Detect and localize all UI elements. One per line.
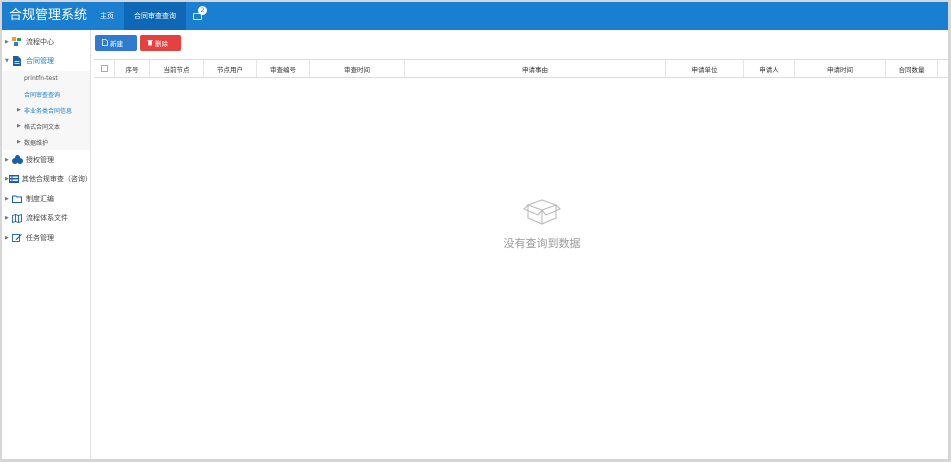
submenu-item-label: printfn-test [24,75,58,83]
col-overflow [938,60,948,77]
col-index[interactable]: 序号 [115,60,150,77]
sidebar-item-label: 制度汇编 [26,194,54,203]
col-node-user[interactable]: 节点用户 [204,60,257,77]
col-application-reason[interactable]: 申请事由 [405,60,666,77]
col-application-time[interactable]: 申请时间 [795,60,886,77]
sidebar-item-label: 流程体系文件 [26,214,68,223]
sidebar-item-label: 授权管理 [26,155,54,164]
empty-state-text: 没有查询到数据 [503,237,581,250]
new-button-label: 新建 [110,41,123,48]
caret-right-icon: ▶ [17,123,21,130]
new-file-icon [102,38,108,48]
new-button[interactable]: 新建 [95,35,137,51]
col-applicant[interactable]: 申请人 [744,60,795,77]
list-icon [8,174,19,184]
sidebar-item-authorization[interactable]: ▶ 授权管理 [2,150,90,170]
submenu-item-label: 数据维护 [24,139,49,147]
caret-right-icon: ▶ [17,139,21,146]
message-button[interactable]: 2 [186,2,208,30]
nav-home[interactable]: 主页 [90,2,124,30]
col-review-number[interactable]: 审查编号 [257,60,310,77]
map-icon [11,213,23,223]
submenu-item-label: 合同审查查询 [24,92,61,100]
contract-review-table: 序号 当前节点 节点用户 审查编号 审查时间 申请事由 申请单位 申请人 申请时… [94,59,948,459]
sidebar-item-task-management[interactable]: ▶ 任务管理 [2,228,90,248]
sidebar-item-contract-management[interactable]: ▼ 合同管理 [2,52,90,72]
sidebar-item-flow-center[interactable]: ▶ 流程中心 [2,32,90,52]
top-header: 合规管理系统 主页 合同审查查询 2 [2,2,948,30]
sidebar: ▶ 流程中心 ▼ 合同管理 printfn-test 合同审查查询 ▶ 非业务类… [2,30,92,459]
edit-icon [11,233,23,243]
toolbar: 新建 删除 [95,35,181,52]
sidebar-item-label: 流程中心 [26,37,54,46]
sidebar-item-label: 其他合规审查（咨询） [21,175,92,184]
sidebar-item-label: 合同管理 [26,57,54,66]
sidebar-item-process-system-files[interactable]: ▶ 流程体系文件 [2,208,90,228]
table-header: 序号 当前节点 节点用户 审查编号 审查时间 申请事由 申请单位 申请人 申请时… [94,60,948,78]
select-all-cell[interactable] [94,60,115,77]
submenu-group-data-maintenance[interactable]: ▶ 数据维护 [2,134,90,150]
flow-icon [11,37,23,47]
message-badge: 2 [198,6,207,15]
col-applying-unit[interactable]: 申请单位 [666,60,744,77]
caret-right-icon: ▶ [17,107,21,114]
app-window: 合规管理系统 主页 合同审查查询 2 ▶ 流程中心 ▼ 合同管理 printfn… [2,2,948,459]
sidebar-item-label: 任务管理 [26,233,54,242]
submenu-item-contract-review-query[interactable]: 合同审查查询 [2,87,90,103]
trash-icon [147,39,153,48]
submenu-group-non-business-contracts[interactable]: ▶ 非业务类合同信息 [2,103,90,119]
delete-button-label: 删除 [155,41,168,48]
contract-submenu: printfn-test 合同审查查询 ▶ 非业务类合同信息 ▶ 格式合同文本 … [2,71,90,150]
nav-contract-review-query[interactable]: 合同审查查询 [124,2,186,30]
submenu-item-label: 格式合同文本 [24,123,61,131]
authorization-icon [11,155,23,165]
empty-state: 没有查询到数据 [502,197,582,251]
col-review-time[interactable]: 审查时间 [310,60,405,77]
app-title: 合规管理系统 [9,8,88,23]
folder-icon [11,194,23,204]
submenu-group-format-contract-text[interactable]: ▶ 格式合同文本 [2,118,90,134]
delete-button[interactable]: 删除 [140,35,181,51]
submenu-item-label: 非业务类合同信息 [24,107,73,115]
sidebar-item-other-compliance-review[interactable]: ▶ 其他合规审查（咨询） [2,169,92,189]
sidebar-item-regulations[interactable]: ▶ 制度汇编 [2,189,90,209]
col-current-node[interactable]: 当前节点 [150,60,204,77]
col-contract-count[interactable]: 合同数量 [886,60,938,77]
select-all-checkbox[interactable] [100,65,108,72]
document-icon [11,56,23,67]
submenu-item-printfn-test[interactable]: printfn-test [2,71,90,87]
empty-box-icon [522,199,562,229]
